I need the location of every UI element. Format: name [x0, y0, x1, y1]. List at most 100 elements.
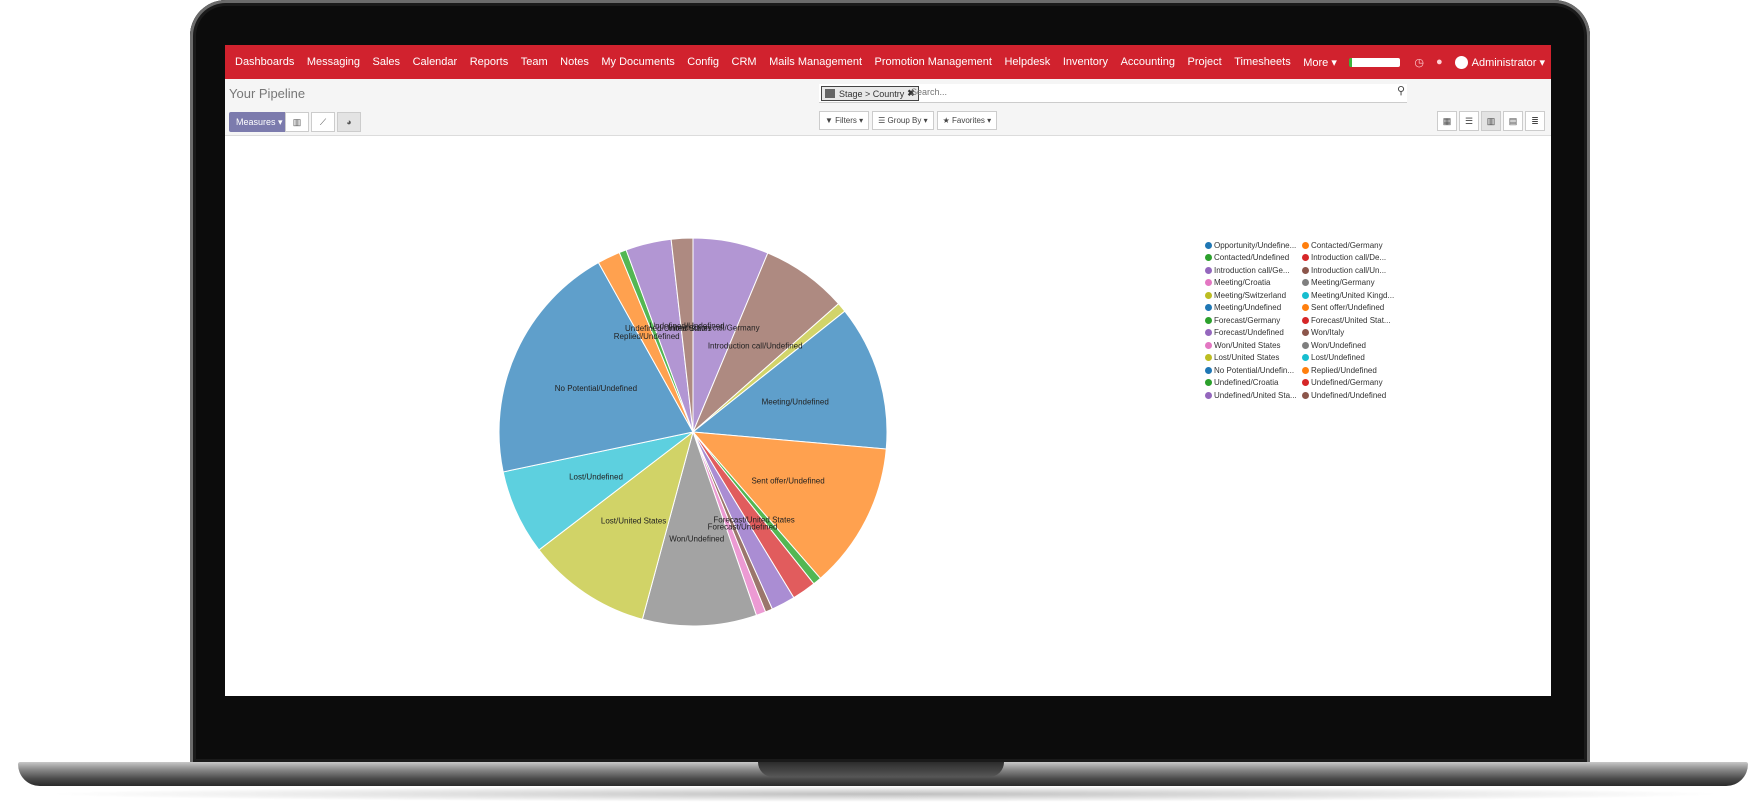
legend-item[interactable]: Sent offer/Undefined — [1302, 303, 1399, 314]
clock-icon[interactable]: ◷ — [1414, 56, 1424, 69]
legend-label: Won/Italy — [1311, 328, 1345, 338]
search-facet[interactable]: Stage > Country ✖ — [821, 86, 919, 101]
legend-swatch — [1302, 366, 1309, 374]
menu-item[interactable]: My Documents — [601, 56, 674, 68]
avatar[interactable] — [1454, 55, 1468, 69]
menu-item[interactable]: CRM — [732, 56, 757, 68]
menu-item[interactable]: Notes — [560, 56, 589, 68]
menu-item[interactable]: Helpdesk — [1004, 56, 1050, 68]
pie-chart-button[interactable]: ◕ — [337, 112, 361, 132]
legend-item[interactable]: Meeting/Croatia — [1205, 278, 1302, 289]
menu-item[interactable]: Inventory — [1063, 56, 1108, 68]
filters-button[interactable]: ▼ Filters ▾ — [819, 111, 870, 130]
legend-item[interactable]: Won/Italy — [1302, 328, 1399, 339]
legend-item[interactable]: Introduction call/Ge... — [1205, 265, 1302, 276]
legend-swatch — [1205, 304, 1212, 312]
legend-swatch — [1302, 279, 1309, 287]
legend-item[interactable]: Meeting/Undefined — [1205, 303, 1302, 314]
screen-bezel-bottom — [225, 696, 1551, 720]
menu-item[interactable]: More ▾ — [1303, 56, 1337, 69]
legend-label: Meeting/Croatia — [1214, 278, 1271, 288]
nav-right: ◷ ● Administrator ▾ — [1349, 45, 1545, 79]
legend-item[interactable]: Undefined/Undefined — [1302, 390, 1399, 401]
menu-item[interactable]: Timesheets — [1234, 56, 1290, 68]
facet-label: Stage > Country — [839, 88, 905, 99]
legend-item[interactable]: Introduction call/Un... — [1302, 265, 1399, 276]
chat-icon[interactable]: ● — [1436, 56, 1443, 68]
kanban-view-button[interactable]: ▦ — [1437, 111, 1457, 131]
legend-swatch — [1302, 329, 1309, 337]
legend-swatch — [1205, 354, 1212, 362]
menu-item[interactable]: Calendar — [413, 56, 458, 68]
menu-item[interactable]: Reports — [470, 56, 509, 68]
progress-indicator — [1349, 57, 1401, 67]
user-menu[interactable]: Administrator ▾ — [1472, 56, 1545, 69]
legend-item[interactable]: Undefined/United Sta... — [1205, 390, 1302, 401]
legend-item[interactable]: Forecast/Germany — [1205, 315, 1302, 326]
menu-item[interactable]: Config — [687, 56, 719, 68]
favorites-button[interactable]: ★ Favorites ▾ — [936, 111, 998, 130]
control-panel: Your Pipeline Measures ▾ ▥ ⟋ ◕ Stage > C… — [225, 79, 1551, 136]
group-by-button[interactable]: ☰ Group By ▾ — [872, 111, 934, 130]
chart-area: Introduction call/Germany Introduction ca… — [225, 136, 1551, 696]
legend-item[interactable]: Replied/Undefined — [1302, 365, 1399, 376]
legend-item[interactable]: Lost/Undefined — [1302, 353, 1399, 364]
list-view-button[interactable]: ☰ — [1459, 111, 1479, 131]
legend-label: Meeting/Germany — [1311, 278, 1375, 288]
legend-label: Forecast/Undefined — [1214, 328, 1284, 338]
menu-item[interactable]: Team — [521, 56, 548, 68]
slice-label: Won/Undefined — [669, 535, 724, 544]
menu-item[interactable]: Mails Management — [769, 56, 862, 68]
legend-swatch — [1205, 279, 1212, 287]
menu-item[interactable]: Project — [1188, 56, 1222, 68]
slice-label: Forecast/Undefined — [708, 523, 778, 532]
legend-item[interactable]: Contacted/Undefined — [1205, 253, 1302, 264]
menu-item[interactable]: Accounting — [1121, 56, 1175, 68]
legend-item[interactable]: Forecast/United Stat... — [1302, 315, 1399, 326]
legend-item[interactable]: Forecast/Undefined — [1205, 328, 1302, 339]
pie-chart-icon: ◕ — [346, 117, 352, 127]
menu-item[interactable]: Sales — [373, 56, 401, 68]
pivot-view-button[interactable]: ≣ — [1525, 111, 1545, 131]
legend-label: Opportunity/Undefine... — [1214, 240, 1297, 250]
bar-chart-icon: ▥ — [292, 116, 302, 127]
slice-label: Undefined/Undefined — [649, 322, 724, 331]
legend-item[interactable]: No Potential/Undefin... — [1205, 365, 1302, 376]
bar-chart-button[interactable]: ▥ — [285, 112, 309, 132]
legend-label: Introduction call/Un... — [1311, 265, 1387, 275]
menu-item[interactable]: Promotion Management — [875, 56, 992, 68]
graph-mode-buttons: ▥ ⟋ ◕ — [285, 112, 363, 132]
search-input[interactable] — [909, 86, 1213, 98]
slice-label: Introduction call/Undefined — [708, 341, 803, 350]
calendar-view-button[interactable]: ▤ — [1503, 111, 1523, 131]
slice-label: Lost/United States — [601, 517, 666, 526]
menu-item[interactable]: Dashboards — [235, 56, 294, 68]
line-chart-button[interactable]: ⟋ — [311, 112, 335, 132]
chart-legend: Opportunity/Undefine... Contacted/Germany… — [1205, 240, 1399, 401]
search-options: ▼ Filters ▾ ☰ Group By ▾ ★ Favorites ▾ — [819, 111, 1000, 130]
app-screen: Dashboards Messaging Sales Calendar Reports T… — [225, 45, 1551, 720]
pie-chart: Introduction call/GermanyIntroduction ca… — [498, 237, 888, 627]
legend-item[interactable]: Contacted/Germany — [1302, 240, 1399, 251]
legend-item[interactable]: Won/Undefined — [1302, 340, 1399, 351]
legend-item[interactable]: Undefined/Croatia — [1205, 378, 1302, 389]
legend-item[interactable]: Introduction call/De... — [1302, 253, 1399, 264]
legend-item[interactable]: Meeting/United Kingd... — [1302, 290, 1399, 301]
legend-item[interactable]: Meeting/Switzerland — [1205, 290, 1302, 301]
legend-swatch — [1205, 241, 1212, 249]
legend-label: Undefined/Croatia — [1214, 378, 1279, 388]
legend-item[interactable]: Opportunity/Undefine... — [1205, 240, 1302, 251]
graph-view-button[interactable]: ▥ — [1481, 111, 1501, 131]
measures-button[interactable]: Measures ▾ — [229, 112, 290, 132]
laptop-notch — [758, 762, 1004, 777]
legend-swatch — [1302, 354, 1309, 362]
legend-item[interactable]: Undefined/Germany — [1302, 378, 1399, 389]
legend-item[interactable]: Meeting/Germany — [1302, 278, 1399, 289]
search-icon[interactable]: ⚲ — [1397, 84, 1405, 97]
legend-item[interactable]: Won/United States — [1205, 340, 1302, 351]
legend-label: Lost/Undefined — [1311, 353, 1365, 363]
legend-item[interactable]: Lost/United States — [1205, 353, 1302, 364]
legend-label: Forecast/United Stat... — [1311, 315, 1391, 325]
slice-label: No Potential/Undefined — [555, 384, 637, 393]
menu-item[interactable]: Messaging — [307, 56, 360, 68]
